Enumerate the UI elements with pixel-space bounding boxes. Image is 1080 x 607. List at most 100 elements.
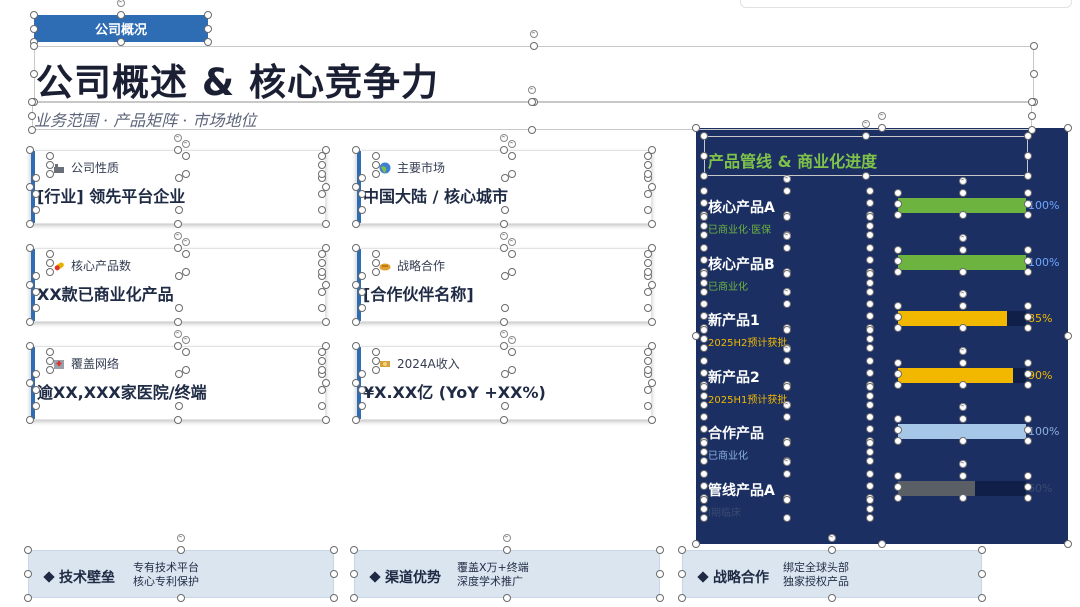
resize-handle[interactable] — [894, 471, 902, 480]
resize-handle[interactable] — [352, 244, 360, 252]
rotate-handle[interactable] — [182, 238, 190, 246]
resize-handle[interactable] — [644, 268, 652, 276]
resize-handle[interactable] — [32, 190, 40, 198]
resize-handle[interactable] — [508, 170, 516, 178]
resize-handle[interactable] — [866, 457, 874, 465]
resize-handle[interactable] — [894, 211, 902, 219]
page-title[interactable]: 公司概述 & 核心竞争力 — [36, 52, 439, 106]
resize-handle[interactable] — [866, 199, 874, 207]
resize-handle[interactable] — [358, 272, 366, 280]
resize-handle[interactable] — [700, 269, 708, 278]
resize-handle[interactable] — [318, 268, 326, 276]
resize-handle[interactable] — [959, 324, 967, 332]
resize-handle[interactable] — [322, 416, 330, 424]
resize-handle[interactable] — [644, 357, 652, 365]
resize-handle[interactable] — [959, 380, 967, 389]
resize-handle[interactable] — [30, 70, 38, 78]
resize-handle[interactable] — [32, 288, 40, 296]
resize-handle[interactable] — [28, 112, 36, 120]
resize-handle[interactable] — [648, 220, 656, 228]
resize-handle[interactable] — [866, 495, 874, 504]
pipeline-product-name[interactable]: 新产品2 — [708, 367, 760, 387]
resize-handle[interactable] — [894, 267, 902, 276]
resize-handle[interactable] — [26, 244, 34, 252]
resize-handle[interactable] — [117, 11, 125, 19]
resize-handle[interactable] — [528, 126, 536, 134]
resize-handle[interactable] — [32, 386, 40, 394]
resize-handle[interactable] — [700, 231, 708, 239]
resize-handle[interactable] — [318, 161, 326, 169]
rotate-handle[interactable] — [828, 534, 836, 542]
resize-handle[interactable] — [959, 189, 967, 197]
resize-handle[interactable] — [350, 546, 358, 554]
resize-handle[interactable] — [678, 594, 686, 602]
resize-handle[interactable] — [1024, 172, 1032, 180]
resize-handle[interactable] — [358, 402, 366, 410]
resize-handle[interactable] — [46, 170, 54, 178]
resize-handle[interactable] — [500, 244, 508, 252]
resize-handle[interactable] — [1064, 332, 1072, 340]
resize-handle[interactable] — [648, 318, 656, 326]
resize-handle[interactable] — [26, 416, 34, 424]
resize-handle[interactable] — [878, 124, 886, 132]
pipeline-product-name[interactable]: 核心产品A — [708, 197, 775, 217]
resize-handle[interactable] — [372, 259, 380, 267]
resize-handle[interactable] — [1024, 267, 1032, 276]
resize-handle[interactable] — [372, 152, 380, 160]
rotate-handle[interactable] — [783, 401, 791, 409]
resize-handle[interactable] — [700, 504, 708, 513]
resize-handle[interactable] — [700, 457, 708, 465]
resize-handle[interactable] — [352, 342, 360, 350]
resize-handle[interactable] — [866, 213, 874, 221]
rotate-handle[interactable] — [959, 459, 967, 468]
resize-handle[interactable] — [700, 222, 708, 230]
resize-handle[interactable] — [894, 358, 902, 367]
resize-handle[interactable] — [700, 368, 708, 377]
resize-handle[interactable] — [1024, 211, 1032, 219]
resize-handle[interactable] — [330, 546, 338, 554]
resize-handle[interactable] — [358, 370, 366, 378]
resize-handle[interactable] — [174, 244, 182, 252]
resize-handle[interactable] — [692, 540, 700, 548]
resize-handle[interactable] — [700, 187, 708, 195]
resize-handle[interactable] — [866, 439, 874, 447]
resize-handle[interactable] — [24, 546, 32, 554]
resize-handle[interactable] — [372, 366, 380, 374]
resize-handle[interactable] — [894, 324, 902, 332]
rotate-handle[interactable] — [783, 457, 791, 466]
resize-handle[interactable] — [175, 402, 183, 410]
resize-handle[interactable] — [174, 342, 182, 350]
resize-handle[interactable] — [26, 318, 34, 326]
resize-handle[interactable] — [866, 269, 874, 278]
resize-handle[interactable] — [1024, 493, 1032, 502]
resize-handle[interactable] — [959, 358, 967, 367]
strength-channel[interactable]: 渠道优势 覆盖X万+终端 深度学术推广 — [354, 550, 660, 598]
pipeline-product-name[interactable]: 新产品1 — [708, 310, 760, 330]
resize-handle[interactable] — [866, 300, 874, 308]
resize-handle[interactable] — [866, 448, 874, 456]
resize-handle[interactable] — [644, 386, 652, 394]
resize-handle[interactable] — [894, 482, 902, 491]
resize-handle[interactable] — [644, 170, 652, 178]
resize-handle[interactable] — [177, 546, 185, 554]
resize-handle[interactable] — [866, 278, 874, 287]
resize-handle[interactable] — [783, 300, 791, 308]
resize-handle[interactable] — [46, 366, 54, 374]
resize-handle[interactable] — [372, 161, 380, 169]
pipeline-product-name[interactable]: 核心产品B — [708, 254, 775, 274]
rotate-handle[interactable] — [783, 231, 791, 240]
resize-handle[interactable] — [783, 413, 791, 421]
resize-handle[interactable] — [894, 415, 902, 423]
resize-handle[interactable] — [959, 471, 967, 480]
resize-handle[interactable] — [372, 348, 380, 356]
resize-handle[interactable] — [959, 415, 967, 423]
resize-handle[interactable] — [700, 469, 708, 478]
resize-handle[interactable] — [182, 348, 190, 356]
resize-handle[interactable] — [700, 425, 708, 433]
rotate-handle[interactable] — [117, 0, 125, 7]
rotate-handle[interactable] — [783, 344, 791, 353]
resize-handle[interactable] — [177, 594, 185, 602]
resize-handle[interactable] — [894, 245, 902, 254]
resize-handle[interactable] — [866, 425, 874, 433]
resize-handle[interactable] — [656, 594, 664, 602]
